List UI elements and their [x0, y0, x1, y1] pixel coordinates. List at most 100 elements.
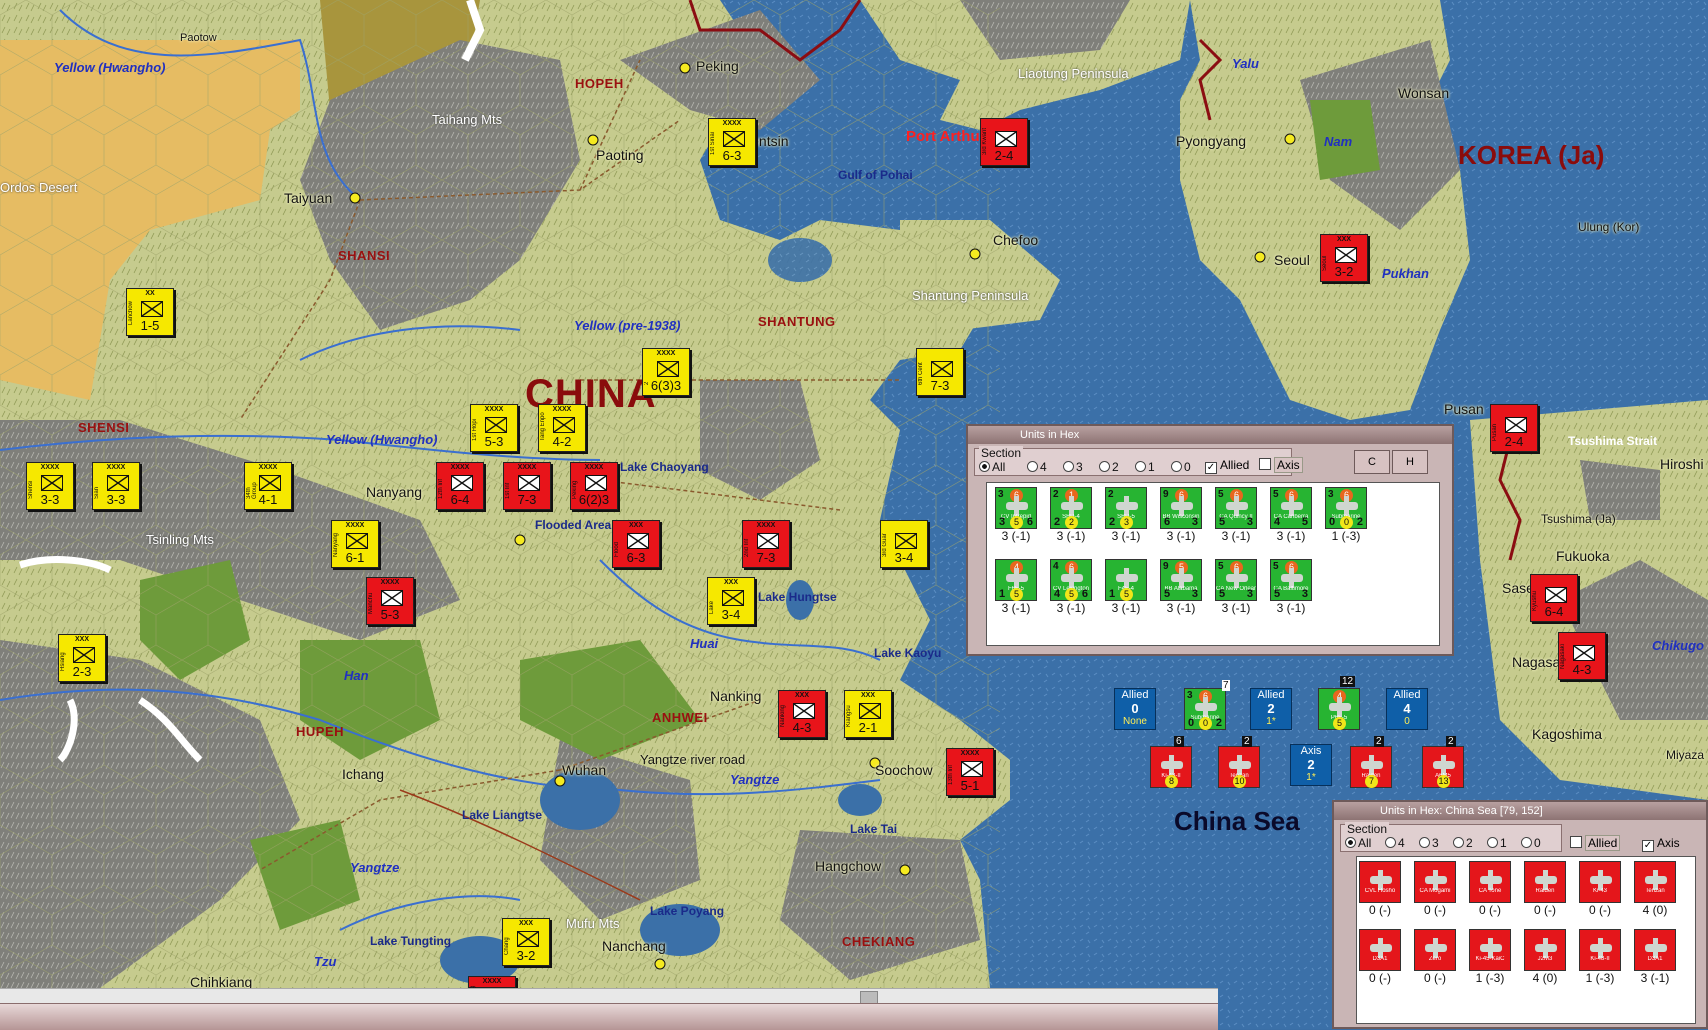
unit-tile[interactable]: CA Tone — [1469, 861, 1511, 903]
unit-tile[interactable]: A6M513 — [1422, 746, 1464, 788]
unit-tile[interactable]: Raiden7 — [1350, 746, 1392, 788]
unit-counter[interactable]: XXX Lake 3-4 — [707, 577, 755, 625]
unit-tile[interactable]: J2M3 — [1524, 929, 1566, 971]
unit-tile[interactable]: 2SBD-523 — [1105, 487, 1147, 529]
unit-tile[interactable]: 46CV Lexington456 — [1050, 559, 1092, 601]
unit-counter[interactable]: XXX Nanking 4-3 — [778, 690, 826, 738]
horizontal-scrollbar[interactable] — [0, 988, 1218, 1004]
unit-counter[interactable]: XX Lanchow 1-5 — [126, 288, 174, 336]
unit-tile[interactable]: F4F-415 — [1105, 559, 1147, 601]
unit-counter[interactable]: XXX Seoul 3-2 — [1320, 234, 1368, 282]
unit-counter[interactable]: XXXX Sian 3-3 — [92, 462, 140, 510]
radio-1[interactable]: 1 — [1487, 836, 1507, 850]
unit-tile[interactable]: 36Submarine002 — [1184, 688, 1226, 730]
unit-counter[interactable]: XXXX 1st Sinai 6-3 — [708, 118, 756, 166]
stack-badge[interactable]: Allied 2 1* — [1250, 688, 1292, 730]
unit-tile[interactable]: 5 6 CA Baltimore 5 3 — [1270, 559, 1312, 601]
unit-tile[interactable]: D3A1 — [1359, 929, 1401, 971]
city-label[interactable]: Paoting — [596, 147, 643, 163]
axis-checkbox[interactable]: ✓ Axis — [1642, 836, 1680, 852]
city-label[interactable]: Tsushima (Ja) — [1541, 512, 1616, 526]
radio-0[interactable]: 0 — [1171, 460, 1191, 474]
unit-counter[interactable]: XXXX Nanyang 6-1 — [331, 520, 379, 568]
unit-counter[interactable]: XXX Chang 3-2 — [502, 918, 550, 966]
unit-counter[interactable]: XXXX 13th Inf 5-1 — [946, 748, 994, 796]
radio-all[interactable]: All — [1345, 836, 1371, 850]
unit-counter[interactable]: XXXX 12th Inf 6-4 — [436, 462, 484, 510]
unit-tile[interactable]: 21SBD-422 — [1050, 487, 1092, 529]
stack-badge[interactable]: Axis 2 1* — [1290, 744, 1332, 786]
unit-counter[interactable]: 6th Cent 7-3 — [916, 348, 964, 396]
city-label[interactable]: Fukuoka — [1556, 548, 1610, 564]
city-label[interactable]: Nagasa — [1512, 654, 1560, 670]
city-label[interactable]: Nanking — [710, 688, 761, 704]
unit-counter[interactable]: XXXX 2 6(3)3 — [642, 348, 690, 396]
allied-checkbox[interactable]: ✓ Allied — [1205, 458, 1249, 474]
city-label[interactable]: Hiroshi — [1660, 456, 1704, 472]
unit-counter[interactable]: XXXX Manchu 5-3 — [366, 577, 414, 625]
city-label[interactable]: Paotow — [180, 32, 217, 44]
unit-tile[interactable]: Tenzan — [1634, 861, 1676, 903]
radio-2[interactable]: 2 — [1453, 836, 1473, 850]
city-label[interactable]: Nanyang — [366, 484, 422, 500]
unit-tile[interactable]: Ki-43 — [1579, 861, 1621, 903]
unit-tile[interactable]: 36Submarine002 — [1325, 487, 1367, 529]
unit-counter[interactable]: 3rd Kwant 2-4 — [980, 118, 1028, 166]
unit-counter[interactable]: XXXX 34th Group 4-1 — [244, 462, 292, 510]
window-title-bar[interactable]: Units in Hex: China Sea [79, 152] — [1334, 802, 1706, 820]
unit-counter[interactable]: XXXX Peking 6(2)3 — [570, 462, 618, 510]
unit-counter[interactable]: Kyushu 6-4 — [1530, 574, 1578, 622]
radio-3[interactable]: 3 — [1419, 836, 1439, 850]
unit-tile[interactable]: Ki-43-II8 — [1150, 746, 1192, 788]
unit-tile[interactable]: 9 6 BB Wisconsin 6 3 — [1160, 487, 1202, 529]
city-label[interactable]: Kagoshima — [1532, 726, 1602, 742]
unit-counter[interactable]: XXXX 1st Hopi 5-3 — [470, 404, 518, 452]
city-label[interactable]: Soochow — [875, 762, 933, 778]
axis-checkbox[interactable]: Axis — [1259, 457, 1303, 473]
unit-counter[interactable]: XXXX Shensi 3-3 — [26, 462, 74, 510]
radio-4[interactable]: 4 — [1385, 836, 1405, 850]
unit-tile[interactable]: Ki-45-KaiC — [1469, 929, 1511, 971]
unit-counter[interactable]: Nagasaki 4-3 — [1558, 632, 1606, 680]
unit-tile[interactable]: 9 5 BB Alabama 5 3 — [1160, 559, 1202, 601]
city-label[interactable]: Wuhan — [562, 762, 606, 778]
radio-1[interactable]: 1 — [1135, 460, 1155, 474]
unit-counter[interactable]: XXXXNanchang — [468, 976, 516, 1013]
unit-tile[interactable]: 4F6F-515 — [995, 559, 1037, 601]
unit-tile[interactable]: 5 6 CA Canberra 4 5 — [1270, 487, 1312, 529]
city-label[interactable]: Peking — [696, 58, 739, 74]
city-label[interactable]: Pyongyang — [1176, 133, 1246, 149]
stack-badge[interactable]: Allied 4 0 — [1386, 688, 1428, 730]
stack-badge[interactable]: Allied 0 None — [1114, 688, 1156, 730]
unit-counter[interactable]: XXXX 1st Inf 7-3 — [503, 462, 551, 510]
units-in-hex-china-sea-window[interactable]: Units in Hex: China Sea [79, 152] Sectio… — [1332, 800, 1708, 1029]
radio-3[interactable]: 3 — [1063, 460, 1083, 474]
radio-all[interactable]: All — [979, 460, 1005, 474]
window-button-h[interactable]: H — [1392, 450, 1428, 474]
unit-tile[interactable]: D3A1 — [1634, 929, 1676, 971]
radio-4[interactable]: 4 — [1027, 460, 1047, 474]
unit-tile[interactable]: CVL Hosho — [1359, 861, 1401, 903]
unit-tile[interactable]: 36CV Intrepid356 — [995, 487, 1037, 529]
unit-tile[interactable]: 4P6F-55 — [1318, 688, 1360, 730]
unit-tile[interactable]: Raiden — [1524, 861, 1566, 903]
city-label[interactable]: Ulung (Kor) — [1578, 220, 1639, 234]
city-label[interactable]: Wonsan — [1398, 85, 1449, 101]
units-in-hex-window[interactable]: Units in Hex Section All 4 3 2 1 0 ✓ Alli… — [966, 424, 1454, 656]
city-label[interactable]: Seoul — [1274, 252, 1310, 268]
window-button-c[interactable]: C — [1354, 450, 1390, 474]
unit-tile[interactable]: Ki-48-II — [1579, 929, 1621, 971]
radio-0[interactable]: 0 — [1521, 836, 1541, 850]
unit-counter[interactable]: Pusan 2-4 — [1490, 404, 1538, 452]
unit-tile[interactable]: 5 6 CA New Orleans 5 3 — [1215, 559, 1257, 601]
allied-checkbox[interactable]: Allied — [1570, 835, 1621, 851]
unit-counter[interactable]: XXX Kiangsu 2-1 — [844, 690, 892, 738]
city-label[interactable]: Pusan — [1444, 401, 1484, 417]
unit-tile[interactable]: Tenzan10 — [1218, 746, 1260, 788]
unit-counter[interactable]: XXX Hsiang 2-3 — [58, 634, 106, 682]
city-label[interactable]: Hangchow — [815, 858, 881, 874]
window-title-bar[interactable]: Units in Hex — [968, 426, 1452, 444]
radio-2[interactable]: 2 — [1099, 460, 1119, 474]
unit-counter[interactable]: XXXX 2nd Inf 7-3 — [742, 520, 790, 568]
city-label[interactable]: Ichang — [342, 766, 384, 782]
